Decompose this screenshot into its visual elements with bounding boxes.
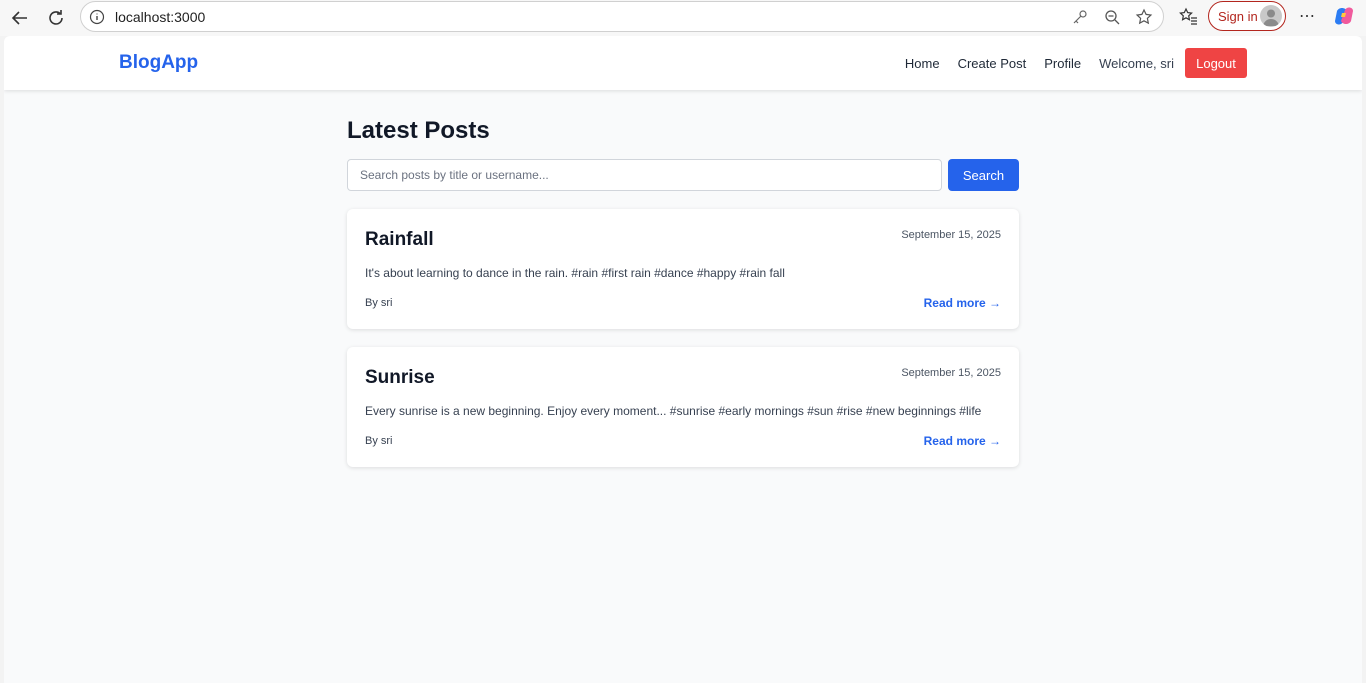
post-title[interactable]: Rainfall	[365, 229, 434, 251]
nav-link-create-post[interactable]: Create Post	[958, 56, 1027, 71]
post-excerpt: It's about learning to dance in the rain…	[365, 266, 785, 280]
password-key-icon[interactable]	[1071, 8, 1089, 26]
reload-icon[interactable]	[42, 4, 70, 32]
nav-links: Home Create Post Profile Welcome, sri Lo…	[887, 48, 1247, 78]
search-input[interactable]	[347, 159, 942, 191]
logout-button[interactable]: Logout	[1185, 48, 1247, 78]
read-more-link[interactable]: Read more →	[924, 434, 1001, 448]
nav-link-profile[interactable]: Profile	[1044, 56, 1081, 71]
main-content: Latest Posts Search Rainfall September 1…	[347, 116, 1019, 467]
post-card: Rainfall September 15, 2025 It's about l…	[347, 209, 1019, 329]
more-menu-icon[interactable]: ⋯	[1297, 6, 1317, 26]
post-author: By sri	[365, 435, 393, 447]
post-date: September 15, 2025	[901, 229, 1001, 241]
page-title: Latest Posts	[347, 117, 490, 144]
welcome-text: Welcome, sri	[1099, 55, 1174, 71]
copilot-icon[interactable]	[1333, 5, 1355, 27]
sign-in-button[interactable]: Sign in	[1208, 1, 1286, 31]
favorite-star-icon[interactable]	[1135, 8, 1153, 26]
post-excerpt: Every sunrise is a new beginning. Enjoy …	[365, 404, 982, 418]
avatar-icon	[1260, 5, 1282, 27]
sign-in-label: Sign in	[1218, 9, 1258, 24]
post-author: By sri	[365, 297, 393, 309]
search-row: Search	[347, 159, 1019, 191]
favorites-icon[interactable]	[1178, 6, 1198, 26]
info-icon[interactable]	[89, 9, 105, 25]
zoom-icon[interactable]	[1103, 8, 1121, 26]
url-text[interactable]: localhost:3000	[115, 9, 205, 25]
browser-chrome: localhost:3000 Sign in ⋯	[0, 0, 1366, 36]
back-arrow-icon[interactable]	[6, 4, 34, 32]
post-title[interactable]: Sunrise	[365, 367, 435, 389]
address-bar[interactable]: localhost:3000	[80, 1, 1164, 32]
post-date: September 15, 2025	[901, 367, 1001, 379]
search-button[interactable]: Search	[948, 159, 1019, 191]
brand-logo[interactable]: BlogApp	[119, 52, 198, 74]
page-viewport: BlogApp Home Create Post Profile Welcome…	[4, 36, 1362, 683]
post-card: Sunrise September 15, 2025 Every sunrise…	[347, 347, 1019, 467]
navbar: BlogApp Home Create Post Profile Welcome…	[4, 36, 1362, 90]
read-more-link[interactable]: Read more →	[924, 296, 1001, 310]
nav-link-home[interactable]: Home	[905, 56, 940, 71]
